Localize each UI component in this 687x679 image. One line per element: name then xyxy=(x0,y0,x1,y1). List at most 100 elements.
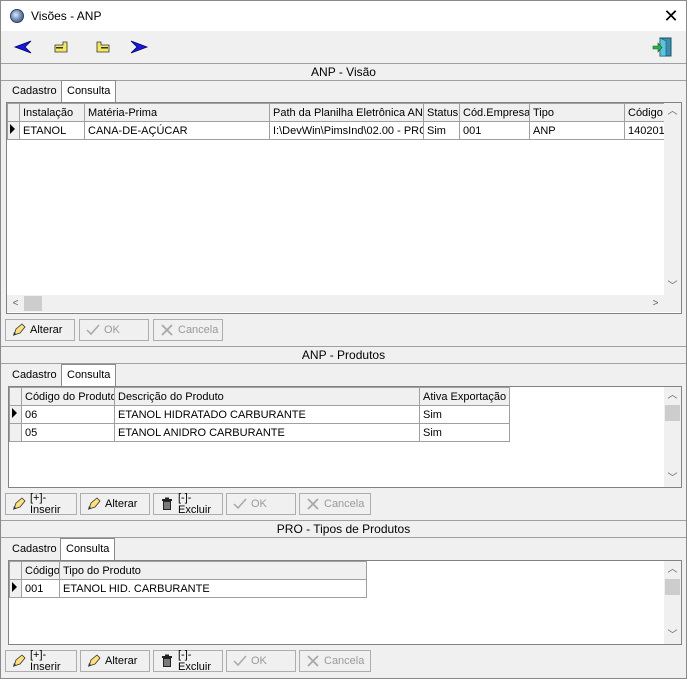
scroll-up-icon[interactable]: ︿ xyxy=(664,561,681,578)
vertical-scrollbar[interactable]: ︿ ﹀ xyxy=(664,561,681,644)
section-title-anp-produtos: ANP - Produtos xyxy=(1,346,686,364)
scroll-thumb[interactable] xyxy=(24,296,42,311)
button-bar-anp-visao: Alterar OK Cancela xyxy=(1,317,686,345)
cancela-button[interactable]: Cancela xyxy=(299,493,371,515)
table-cell[interactable]: ETANOL ANIDRO CARBURANTE xyxy=(114,423,420,442)
scroll-thumb[interactable] xyxy=(665,405,680,421)
edit-icon xyxy=(87,497,101,511)
edit-icon xyxy=(87,654,101,668)
tabs-pro-tipos: Cadastro Consulta xyxy=(5,538,205,560)
table-row[interactable]: 06 ETANOL HIDRATADO CARBURANTE Sim xyxy=(9,405,510,424)
tab-consulta[interactable]: Consulta xyxy=(61,80,117,102)
title-bar: Visões - ANP ✕ xyxy=(1,1,686,31)
trash-icon xyxy=(160,497,174,511)
scroll-left-icon[interactable]: < xyxy=(7,295,24,312)
column-header[interactable]: Tipo xyxy=(529,103,625,122)
column-header[interactable]: Cód.Empresa xyxy=(459,103,530,122)
toolbar xyxy=(1,32,686,62)
alterar-button[interactable]: Alterar xyxy=(5,319,75,341)
tab-cadastro[interactable]: Cadastro xyxy=(7,540,62,558)
column-header[interactable]: Status xyxy=(423,103,460,122)
next-record-icon[interactable] xyxy=(89,36,113,58)
ok-button[interactable]: OK xyxy=(79,319,149,341)
table-cell[interactable]: ETANOL HID. CARBURANTE xyxy=(59,579,367,598)
table-cell[interactable]: 05 xyxy=(21,423,115,442)
table-cell[interactable]: ETANOL xyxy=(19,121,85,140)
alterar-button[interactable]: Alterar xyxy=(80,493,150,515)
excluir-button[interactable]: [-]-Excluir xyxy=(153,649,223,673)
edit-icon xyxy=(12,323,26,337)
tab-consulta[interactable]: Consulta xyxy=(61,364,117,386)
exit-icon[interactable] xyxy=(651,36,675,58)
grid-anp-produtos-panel: Código do Produto Descrição do Produto A… xyxy=(8,386,682,488)
excluir-button[interactable]: [-]-Excluir xyxy=(153,492,223,516)
cancel-icon xyxy=(306,497,320,511)
grid-header-row: Código Tipo do Produto xyxy=(9,561,367,580)
column-header[interactable]: Instalação xyxy=(19,103,85,122)
table-cell[interactable]: I:\DevWin\PimsInd\02.00 - PRO xyxy=(269,121,424,140)
check-icon xyxy=(233,497,247,511)
vertical-scrollbar[interactable]: ︿ ﹀ xyxy=(664,103,681,295)
first-record-icon[interactable] xyxy=(11,36,35,58)
cancela-button[interactable]: Cancela xyxy=(153,319,223,341)
column-header[interactable]: Código xyxy=(624,103,664,122)
scroll-down-icon[interactable]: ﹀ xyxy=(664,278,681,295)
column-header[interactable]: Path da Planilha Eletrônica ANP xyxy=(269,103,424,122)
table-cell[interactable]: 140201 xyxy=(624,121,664,140)
scroll-down-icon[interactable]: ﹀ xyxy=(664,470,681,487)
column-header[interactable]: Matéria-Prima xyxy=(84,103,270,122)
table-row[interactable]: ETANOL CANA-DE-AÇÚCAR I:\DevWin\PimsInd\… xyxy=(7,121,664,140)
table-cell[interactable]: Sim xyxy=(419,423,510,442)
column-header[interactable]: Tipo do Produto xyxy=(59,561,367,580)
row-indicator xyxy=(7,121,20,140)
column-header[interactable]: Código xyxy=(21,561,60,580)
button-bar-anp-produtos: [+]-Inserir Alterar [-]-Excluir OK Cance… xyxy=(1,491,686,519)
previous-record-icon[interactable] xyxy=(51,36,75,58)
table-cell[interactable]: 06 xyxy=(21,405,115,424)
column-header[interactable]: Ativa Exportação xyxy=(419,387,510,406)
main-window: Visões - ANP ✕ ANP - Visão Cadastro Cons… xyxy=(0,0,687,679)
scroll-right-icon[interactable]: > xyxy=(647,295,664,312)
tab-cadastro[interactable]: Cadastro xyxy=(7,366,62,384)
tab-cadastro[interactable]: Cadastro xyxy=(7,82,62,100)
horizontal-scrollbar[interactable]: < > xyxy=(7,295,681,312)
vertical-scrollbar[interactable]: ︿ ﹀ xyxy=(664,387,681,487)
cancel-icon xyxy=(306,654,320,668)
table-cell[interactable]: ANP xyxy=(529,121,625,140)
scroll-thumb[interactable] xyxy=(665,579,680,595)
alterar-button[interactable]: Alterar xyxy=(80,650,150,672)
inserir-button[interactable]: [+]-Inserir xyxy=(5,492,77,516)
scroll-up-icon[interactable]: ︿ xyxy=(664,387,681,404)
inserir-button[interactable]: [+]-Inserir xyxy=(5,649,77,673)
scroll-down-icon[interactable]: ﹀ xyxy=(664,627,681,644)
column-header[interactable]: Descrição do Produto xyxy=(114,387,420,406)
table-cell[interactable]: Sim xyxy=(419,405,510,424)
table-cell[interactable]: 001 xyxy=(459,121,530,140)
grid-anp-produtos: Código do Produto Descrição do Produto A… xyxy=(9,387,510,442)
tab-consulta[interactable]: Consulta xyxy=(60,538,116,560)
column-header[interactable]: Código do Produto xyxy=(21,387,115,406)
table-cell[interactable]: 001 xyxy=(21,579,60,598)
close-icon[interactable]: ✕ xyxy=(659,4,683,28)
cancela-button[interactable]: Cancela xyxy=(299,650,371,672)
table-cell[interactable]: Sim xyxy=(423,121,460,140)
last-record-icon[interactable] xyxy=(127,36,151,58)
scroll-up-icon[interactable]: ︿ xyxy=(664,103,681,120)
table-row[interactable]: 05 ETANOL ANIDRO CARBURANTE Sim xyxy=(9,423,510,442)
tabs-anp-visao: Cadastro Consulta xyxy=(5,80,205,102)
grid-anp-visao: Instalação Matéria-Prima Path da Planilh… xyxy=(7,103,664,140)
grid-pro-tipos-panel: Código Tipo do Produto 001 ETANOL HID. C… xyxy=(8,560,682,645)
grid-header-indicator xyxy=(9,561,22,580)
table-cell[interactable]: CANA-DE-AÇÚCAR xyxy=(84,121,270,140)
insert-icon xyxy=(12,654,26,668)
section-title-pro-tipos: PRO - Tipos de Produtos xyxy=(1,520,686,538)
grid-anp-visao-panel: Instalação Matéria-Prima Path da Planilh… xyxy=(6,102,682,314)
table-row[interactable]: 001 ETANOL HID. CARBURANTE xyxy=(9,579,367,598)
row-indicator xyxy=(9,405,22,424)
ok-button[interactable]: OK xyxy=(226,650,296,672)
table-cell[interactable]: ETANOL HIDRATADO CARBURANTE xyxy=(114,405,420,424)
tabs-anp-produtos: Cadastro Consulta xyxy=(5,364,205,386)
app-icon xyxy=(10,9,24,23)
ok-button[interactable]: OK xyxy=(226,493,296,515)
check-icon xyxy=(233,654,247,668)
